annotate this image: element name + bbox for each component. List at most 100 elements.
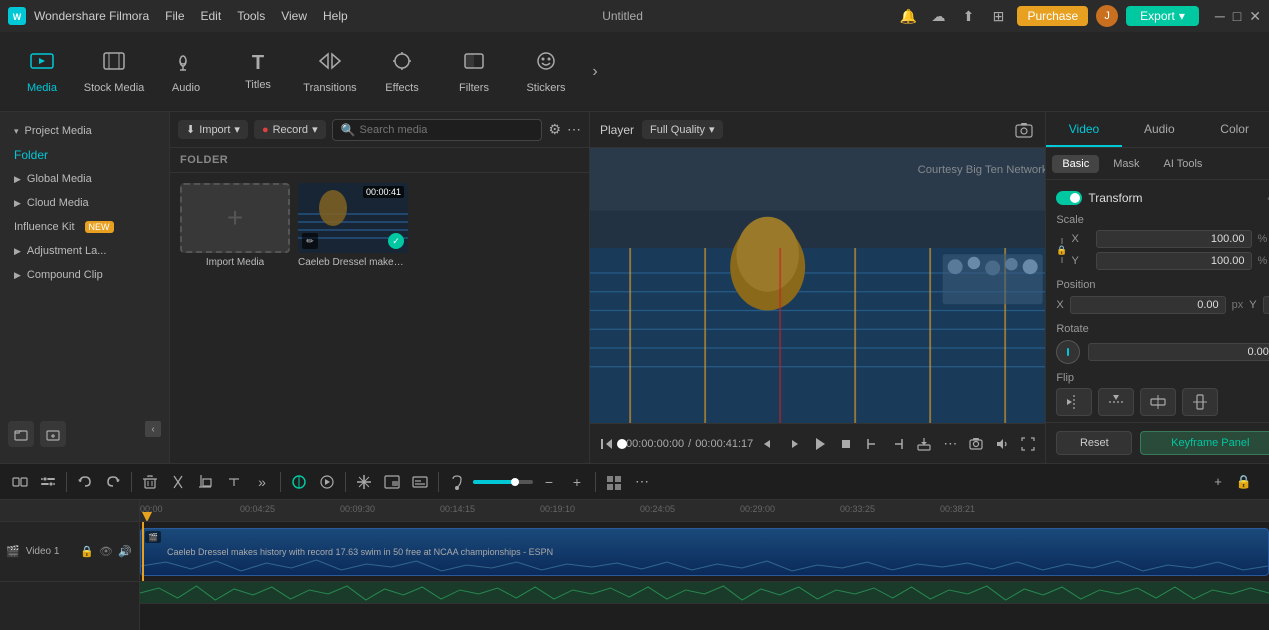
scale-y-input[interactable] <box>1096 252 1252 270</box>
cut-button[interactable] <box>166 470 190 494</box>
menu-file[interactable]: File <box>165 9 184 23</box>
speed-button[interactable] <box>315 470 339 494</box>
zoom-in-button[interactable]: + <box>565 470 589 494</box>
menu-help[interactable]: Help <box>323 9 348 23</box>
skip-to-start-button[interactable] <box>596 433 618 455</box>
sidebar-folder[interactable]: Folder <box>4 144 165 166</box>
filter-icon[interactable]: ⚙ <box>548 121 561 138</box>
undo-button[interactable] <box>73 470 97 494</box>
sub-tab-mask[interactable]: Mask <box>1103 155 1149 173</box>
toolbar-effects[interactable]: Effects <box>368 38 436 106</box>
tab-color[interactable]: Color <box>1197 112 1269 147</box>
import-button[interactable]: ⬇ Import ▾ <box>178 120 248 139</box>
add-track-button[interactable]: + <box>1207 471 1229 493</box>
position-x-input[interactable] <box>1070 296 1226 314</box>
sidebar-item-compound-clip[interactable]: ▶ Compound Clip <box>4 264 165 286</box>
more-effects-button[interactable]: » <box>250 470 274 494</box>
mark-out-button[interactable] <box>887 433 909 455</box>
timeline-ruler-bar[interactable]: 00:00 00:04:25 00:09:30 00:14:15 00:19:1… <box>140 500 1269 522</box>
track-volume-button[interactable]: 🔊 <box>117 544 133 560</box>
export-button[interactable]: Export ▾ <box>1126 6 1199 26</box>
more-options-icon[interactable]: ⋯ <box>567 121 581 138</box>
fullscreen-button[interactable] <box>1017 433 1039 455</box>
transform-toggle[interactable] <box>1056 191 1082 205</box>
audio-sync-button[interactable] <box>445 470 469 494</box>
record-button[interactable]: ● Record ▾ <box>254 120 326 139</box>
sub-tab-basic[interactable]: Basic <box>1052 155 1099 173</box>
track-visibility-button[interactable]: 👁 <box>98 544 114 560</box>
flip-vertical-button[interactable] <box>1098 388 1134 416</box>
snapshot-icon[interactable] <box>1013 119 1035 141</box>
rotate-input[interactable] <box>1088 343 1269 361</box>
sidebar-collapse-button[interactable]: ‹ <box>145 421 161 437</box>
toolbar-audio[interactable]: Audio <box>152 38 220 106</box>
scene-split-button[interactable] <box>8 470 32 494</box>
keyframe-panel-button[interactable]: Keyframe Panel <box>1140 431 1269 455</box>
track-lock-button[interactable]: 🔒 <box>79 544 95 560</box>
sidebar-new-folder-button[interactable] <box>8 421 34 447</box>
menu-edit[interactable]: Edit <box>201 9 222 23</box>
rotate-dial[interactable] <box>1056 340 1080 364</box>
player-quality-selector[interactable]: Full Quality ▾ <box>642 120 723 139</box>
grid-icon[interactable]: ⊞ <box>987 5 1009 27</box>
lock-track-button[interactable]: 🔒 <box>1233 471 1255 493</box>
sidebar-item-influence-kit[interactable]: Influence Kit NEW <box>4 216 165 238</box>
video-clip[interactable]: 🎬 Caeleb Dressel makes history with reco… <box>140 528 1269 576</box>
video-track-content[interactable]: 🎬 Caeleb Dressel makes history with reco… <box>140 522 1269 582</box>
pip-button[interactable] <box>380 470 404 494</box>
crop-button[interactable] <box>194 470 218 494</box>
text-button[interactable] <box>222 470 246 494</box>
redo-button[interactable] <box>101 470 125 494</box>
subtitle-button[interactable] <box>408 470 432 494</box>
sidebar-item-adjustment[interactable]: ▶ Adjustment La... <box>4 240 165 262</box>
user-avatar[interactable]: J <box>1096 5 1118 27</box>
sidebar-item-global-media[interactable]: ▶ Global Media <box>4 168 165 190</box>
audio-track-content[interactable] <box>140 582 1269 604</box>
stop-button[interactable] <box>835 433 857 455</box>
color-correction-button[interactable] <box>287 470 311 494</box>
timeline-more-button[interactable]: ⋯ <box>630 470 654 494</box>
scale-x-input[interactable] <box>1096 230 1252 248</box>
delete-button[interactable] <box>138 470 162 494</box>
volume-button[interactable] <box>991 433 1013 455</box>
menu-view[interactable]: View <box>281 9 307 23</box>
reset-button[interactable]: Reset <box>1056 431 1132 455</box>
close-button[interactable]: ✕ <box>1249 8 1261 25</box>
sidebar-item-cloud-media[interactable]: ▶ Cloud Media <box>4 192 165 214</box>
step-forward-button[interactable] <box>783 433 805 455</box>
play-button[interactable] <box>809 433 831 455</box>
player-more-button[interactable]: ⋯ <box>939 433 961 455</box>
import-media-item[interactable]: + Import Media <box>180 183 290 268</box>
toolbar-stock-media[interactable]: Stock Media <box>80 38 148 106</box>
upgrade-icon[interactable]: ⬆ <box>957 5 979 27</box>
toolbar-more-button[interactable]: › <box>584 61 606 83</box>
maximize-button[interactable]: □ <box>1233 8 1241 25</box>
mark-in-button[interactable] <box>861 433 883 455</box>
cloud-backup-icon[interactable]: ☁ <box>927 5 949 27</box>
flip-both-horizontal-button[interactable] <box>1140 388 1176 416</box>
layout-options-button[interactable] <box>602 470 626 494</box>
zoom-out-button[interactable]: − <box>537 470 561 494</box>
position-y-input[interactable] <box>1263 296 1269 314</box>
screenshot-button[interactable] <box>965 433 987 455</box>
search-input[interactable] <box>360 124 534 136</box>
video-media-item[interactable]: 00:00:41 ✓ ✏ Caeleb Dressel makes ... <box>298 183 408 268</box>
toolbar-transitions[interactable]: Transitions <box>296 38 364 106</box>
toolbar-filters[interactable]: Filters <box>440 38 508 106</box>
purchase-button[interactable]: Purchase <box>1017 6 1088 26</box>
add-to-timeline-button[interactable] <box>913 433 935 455</box>
sidebar-item-project-media[interactable]: ▾ Project Media <box>4 120 165 142</box>
transform-reset[interactable]: ◇ <box>1264 190 1269 206</box>
toolbar-titles[interactable]: T Titles <box>224 38 292 106</box>
flip-both-vertical-button[interactable] <box>1182 388 1218 416</box>
volume-slider[interactable] <box>473 480 533 484</box>
notifications-icon[interactable]: 🔔 <box>897 5 919 27</box>
minimize-button[interactable]: ─ <box>1215 8 1225 25</box>
menu-tools[interactable]: Tools <box>237 9 265 23</box>
sub-tab-ai-tools[interactable]: AI Tools <box>1154 155 1213 173</box>
step-back-button[interactable] <box>757 433 779 455</box>
freeze-frame-button[interactable] <box>352 470 376 494</box>
sidebar-add-button[interactable] <box>40 421 66 447</box>
toolbar-media[interactable]: Media <box>8 38 76 106</box>
tab-audio[interactable]: Audio <box>1122 112 1197 147</box>
